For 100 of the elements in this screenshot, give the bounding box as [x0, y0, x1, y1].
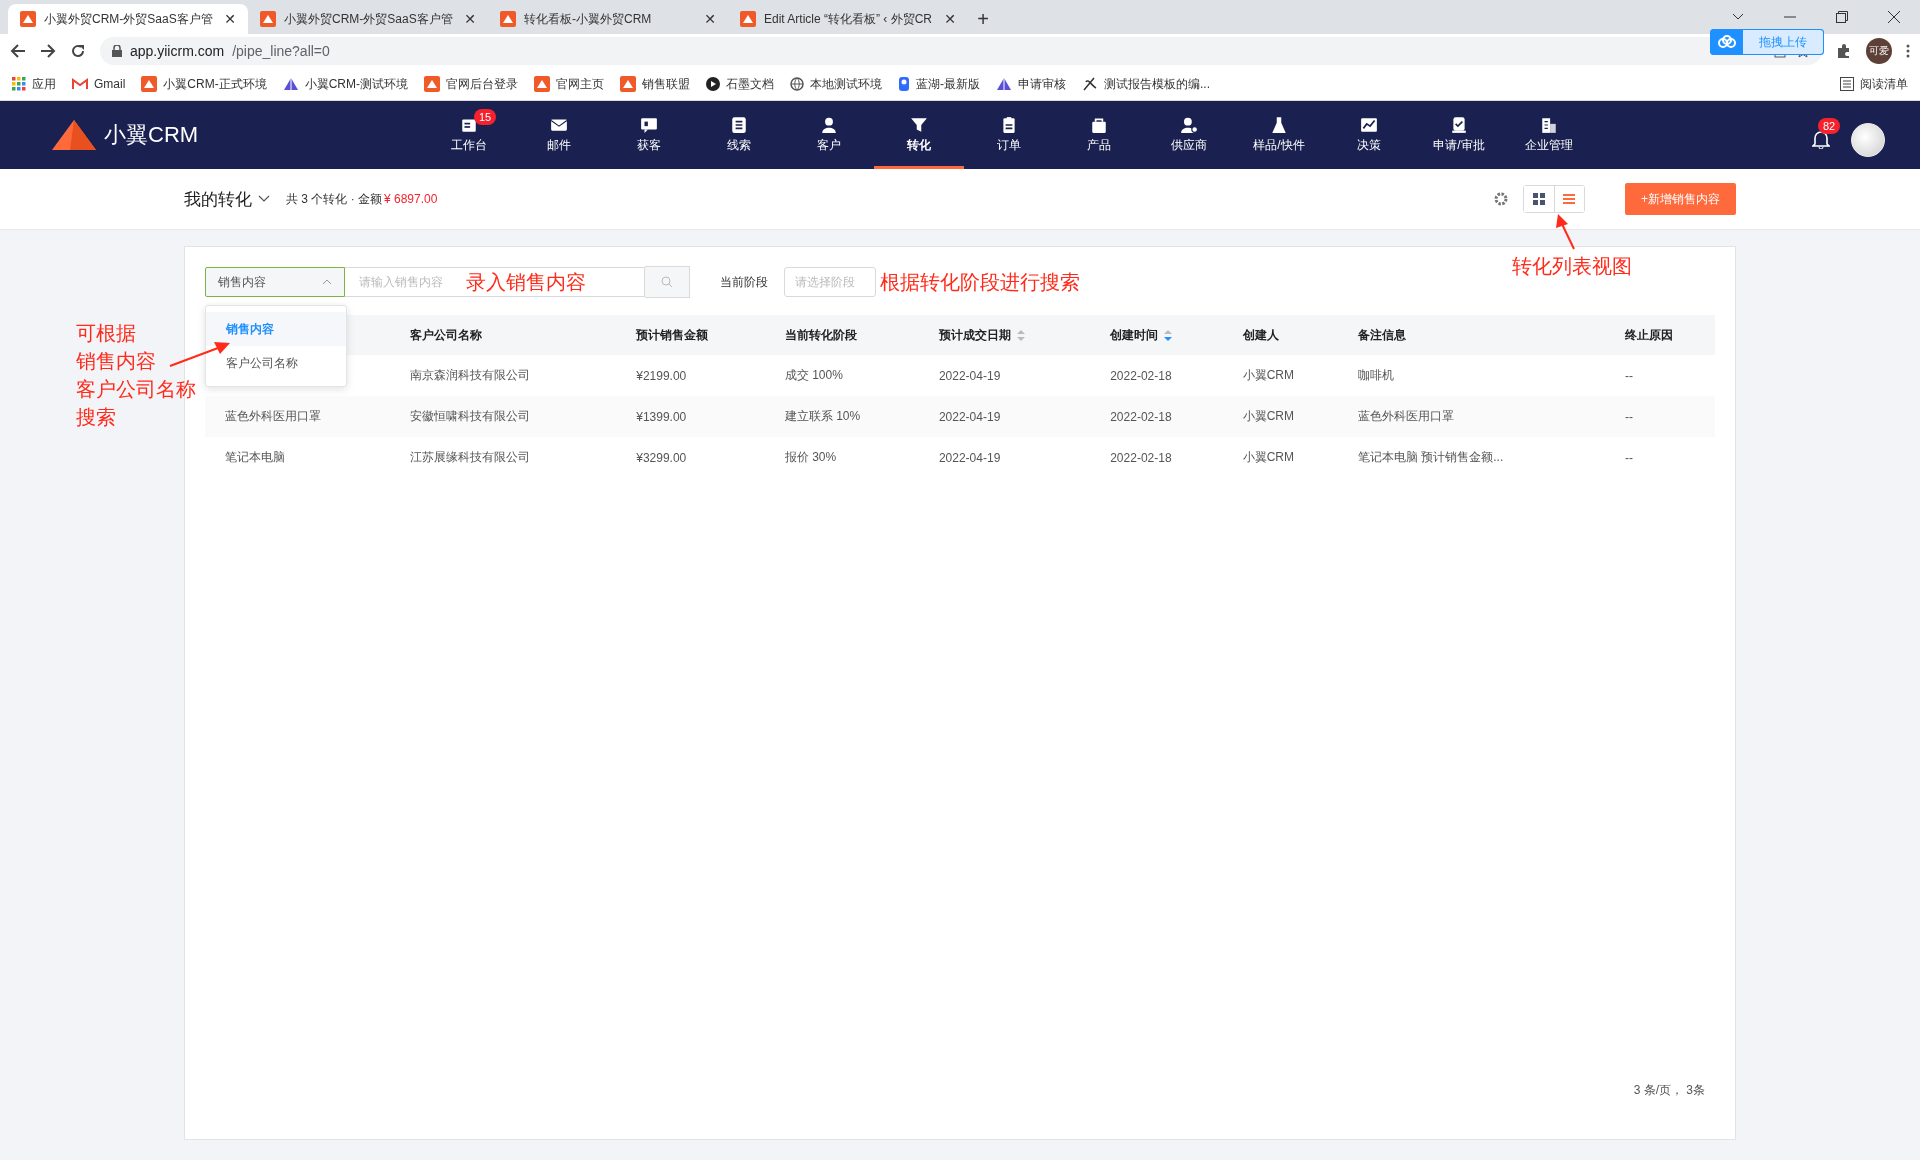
table-cell: 蓝色外科医用口罩: [225, 409, 321, 423]
nav-item[interactable]: 获客: [604, 101, 694, 169]
clipboard-icon: [1000, 116, 1018, 134]
nav-item[interactable]: 供应商: [1144, 101, 1234, 169]
column-header[interactable]: 预计成交日期: [918, 315, 1091, 355]
cloud-icon: [1717, 35, 1737, 49]
nav-item[interactable]: 决策: [1324, 101, 1414, 169]
logo-icon: [424, 76, 440, 92]
browser-tab[interactable]: 小翼外贸CRM-外贸SaaS客户管 ✕: [248, 4, 488, 34]
nav-item[interactable]: 企业管理: [1504, 101, 1594, 169]
table-cell: 笔记本电脑: [225, 450, 285, 464]
column-header: 当前转化阶段: [764, 315, 919, 355]
amount-text: ¥ 6897.00: [384, 192, 438, 206]
restore-icon[interactable]: [1836, 11, 1848, 23]
table-cell: 建立联系 10%: [784, 409, 861, 423]
pen-icon: [1082, 76, 1098, 92]
dropdown-option[interactable]: 客户公司名称: [206, 346, 346, 380]
chevron-icon[interactable]: [1732, 13, 1744, 21]
close-icon[interactable]: [1888, 11, 1900, 23]
circle-icon: [706, 77, 720, 91]
bookmark-link[interactable]: 申请审核: [1018, 75, 1066, 93]
logo-icon: [260, 11, 276, 27]
column-header: 终止原因: [1605, 315, 1715, 355]
nav-item[interactable]: 产品: [1054, 101, 1144, 169]
table-cell: ¥1399.00: [636, 409, 687, 424]
summary-text: 共 3 个转化 · 金额: [286, 190, 382, 208]
bookmark-link[interactable]: 官网后台登录: [446, 75, 518, 93]
nav-item[interactable]: 订单: [964, 101, 1054, 169]
count-badge: 15: [474, 109, 497, 125]
bookmark-link[interactable]: 测试报告模板的编...: [1104, 75, 1210, 93]
settings-icon[interactable]: [1493, 191, 1509, 207]
user-avatar[interactable]: [1851, 123, 1885, 157]
reload-icon[interactable]: [70, 43, 86, 59]
table-cell: 小翼CRM: [1242, 368, 1294, 382]
annotation-text: 录入销售内容: [466, 270, 586, 295]
back-icon[interactable]: [10, 43, 26, 59]
bookmark-link[interactable]: 蓝湖-最新版: [916, 75, 980, 93]
table-cell: 小翼CRM: [1242, 409, 1294, 423]
more-icon[interactable]: [1906, 44, 1910, 58]
nav-item[interactable]: 客户: [784, 101, 874, 169]
column-header: 备注信息: [1337, 315, 1606, 355]
table-cell: --: [1625, 450, 1634, 465]
reading-list-link[interactable]: 阅读清单: [1860, 75, 1908, 93]
column-header: 创建人: [1222, 315, 1338, 355]
person-icon: [820, 116, 838, 134]
bookmark-link[interactable]: 本地测试环境: [810, 75, 882, 93]
pagination-text: 3 条/页， 3条: [1633, 1082, 1705, 1099]
forward-icon[interactable]: [40, 43, 56, 59]
table-cell: 咖啡机: [1357, 368, 1394, 382]
chevron-icon: [258, 195, 270, 203]
stage-field[interactable]: 请选择阶段: [784, 267, 876, 297]
bookmark-icon: [898, 76, 910, 92]
table-cell: ¥3299.00: [636, 450, 687, 465]
new-tab-button[interactable]: +: [968, 4, 998, 34]
bookmark-link[interactable]: Gmail: [94, 77, 126, 91]
profile-avatar[interactable]: 可爱: [1866, 38, 1892, 64]
browser-tab[interactable]: 转化看板-小翼外贸CRM ✕: [488, 4, 728, 34]
nav-item[interactable]: 工作台 15: [424, 101, 514, 169]
nav-item[interactable]: 线索: [694, 101, 784, 169]
logo-icon: [620, 76, 636, 92]
bell-icon[interactable]: [1812, 129, 1830, 149]
column-header[interactable]: 创建时间: [1090, 315, 1223, 355]
field-select[interactable]: 销售内容: [205, 267, 345, 297]
logo-icon: [20, 11, 36, 27]
grid-icon: [1533, 193, 1545, 205]
flask-icon: [1270, 116, 1288, 134]
list-icon: [1563, 193, 1576, 205]
chart-icon: [1360, 116, 1378, 134]
table-cell: 2022-02-18: [1110, 368, 1172, 383]
logo-icon: [534, 76, 550, 92]
bookmark-link[interactable]: 小翼CRM-测试环境: [304, 75, 408, 93]
table-cell: --: [1625, 368, 1634, 383]
bookmark-link[interactable]: 官网主页: [556, 75, 604, 93]
bookmark-link[interactable]: 石墨文档: [726, 75, 774, 93]
nav-item[interactable]: 样品/快件: [1234, 101, 1324, 169]
list-icon: [1840, 77, 1854, 91]
browser-tab[interactable]: Edit Article “转化看板” ‹ 外贸CR ✕: [728, 4, 968, 34]
logo-icon: [740, 11, 756, 27]
mail-icon: [72, 78, 88, 90]
globe-icon: [790, 77, 804, 91]
column-header: 预计销售金额: [616, 315, 765, 355]
search-icon: [661, 276, 673, 288]
logo-icon: [50, 118, 98, 152]
table-cell: 2022-02-18: [1110, 450, 1172, 465]
building-icon: [1540, 116, 1558, 134]
count-badge: 82: [1818, 118, 1841, 134]
supplier-icon: [1180, 116, 1198, 134]
puzzle-icon[interactable]: [1836, 43, 1852, 59]
annotation-text: 根据转化阶段进行搜索: [880, 270, 1080, 295]
bookmark-link[interactable]: 销售联盟: [642, 75, 690, 93]
annotation-text: 可根据 销售内容 客户公司名称 搜索: [76, 321, 196, 430]
nav-item[interactable]: 邮件: [514, 101, 604, 169]
sort-icon[interactable]: [1164, 329, 1173, 341]
nav-item[interactable]: 申请/审批: [1414, 101, 1504, 169]
bookmark-link[interactable]: 应用: [32, 75, 56, 93]
page-title[interactable]: 我的转化: [184, 187, 270, 211]
table-cell: --: [1625, 409, 1634, 424]
browser-tab[interactable]: 小翼外贸CRM-外贸SaaS客户管 ✕: [8, 4, 248, 34]
bookmark-link[interactable]: 小翼CRM-正式环境: [163, 75, 267, 93]
table-cell: 小翼CRM: [1242, 450, 1294, 464]
